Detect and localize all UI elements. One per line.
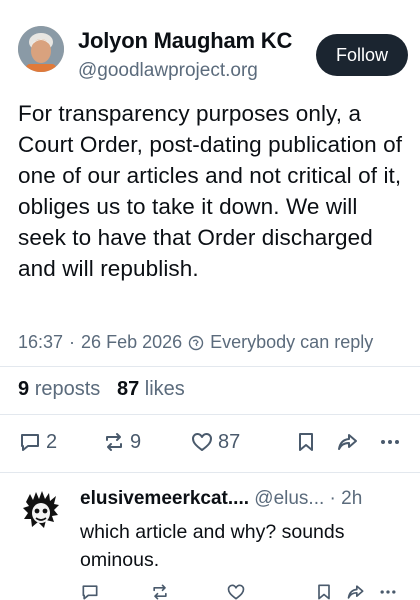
reply-separator: · [329, 488, 336, 509]
reply-share-button[interactable] [346, 582, 366, 600]
reply-button[interactable]: 2 [18, 430, 57, 454]
share-icon [347, 585, 364, 599]
likes-count: 87 [116, 378, 140, 400]
reply-like-button[interactable] [226, 582, 246, 600]
reply-bookmark-button[interactable] [314, 582, 334, 600]
post-date: 26 Feb 2026 [81, 332, 183, 352]
reply-author-handle[interactable]: @elus... [254, 488, 324, 509]
like-button[interactable]: 87 [190, 430, 240, 454]
divider [0, 366, 420, 367]
repost-icon [106, 433, 122, 451]
post-actions: 2 9 87 [18, 426, 410, 462]
more-icon [381, 440, 399, 444]
bookmark-button[interactable] [294, 430, 318, 454]
share-icon [338, 434, 357, 450]
bookmark-icon [318, 584, 330, 600]
reply-age: 2h [341, 488, 363, 509]
reply-count: 2 [46, 430, 58, 453]
post-text: For transparency purposes only, a Court … [18, 101, 403, 281]
likes-label: likes [144, 378, 185, 400]
post-header: Jolyon Maugham KC @goodlawproject.org Fo… [18, 24, 408, 82]
reply-setting-label[interactable]: Everybody can reply [210, 332, 373, 353]
like-count: 87 [218, 430, 241, 453]
divider [0, 414, 420, 415]
repost-icon [153, 584, 167, 600]
reply-author-name[interactable]: elusivemeerkcat.... [80, 488, 249, 509]
reply-reply-button[interactable] [80, 582, 100, 600]
reply-icon [82, 585, 98, 600]
follow-button[interactable]: Follow [316, 34, 408, 76]
heart-icon [192, 433, 212, 451]
reply-icon [21, 434, 39, 451]
post-meta: 16:37 · 26 Feb 2026 Everybody can reply [18, 332, 373, 353]
author-name[interactable]: Jolyon Maugham KC [78, 28, 292, 54]
more-options-button[interactable] [378, 430, 402, 454]
reposts-stat[interactable]: 9 reposts [18, 378, 100, 400]
bookmark-icon [299, 433, 313, 451]
reply-setting-icon[interactable] [188, 335, 204, 351]
post-stats: 9 reposts 87 likes [18, 378, 185, 401]
repost-count: 9 [130, 430, 142, 453]
reply-text: which article and why? sounds ominous. [80, 521, 345, 571]
post-time: 16:37 [18, 332, 64, 352]
reply-author-avatar[interactable] [18, 488, 64, 534]
reposts-count: 9 [18, 378, 30, 400]
meta-separator: · [69, 332, 76, 352]
author-avatar[interactable] [18, 26, 64, 72]
share-button[interactable] [336, 430, 360, 454]
reposts-label: reposts [34, 378, 101, 400]
author-handle[interactable]: @goodlawproject.org [78, 60, 258, 82]
reply-more-button[interactable] [378, 582, 398, 600]
more-icon [380, 590, 396, 594]
likes-stat[interactable]: 87 likes [117, 378, 185, 400]
reply-repost-button[interactable] [150, 582, 170, 600]
repost-button[interactable]: 9 [102, 430, 141, 454]
reply-actions [80, 582, 400, 600]
heart-icon [227, 584, 245, 600]
reply-post[interactable]: elusivemeerkcat.... @elus... · 2h which … [0, 472, 420, 600]
reply-header: elusivemeerkcat.... @elus... · 2h [80, 488, 362, 510]
